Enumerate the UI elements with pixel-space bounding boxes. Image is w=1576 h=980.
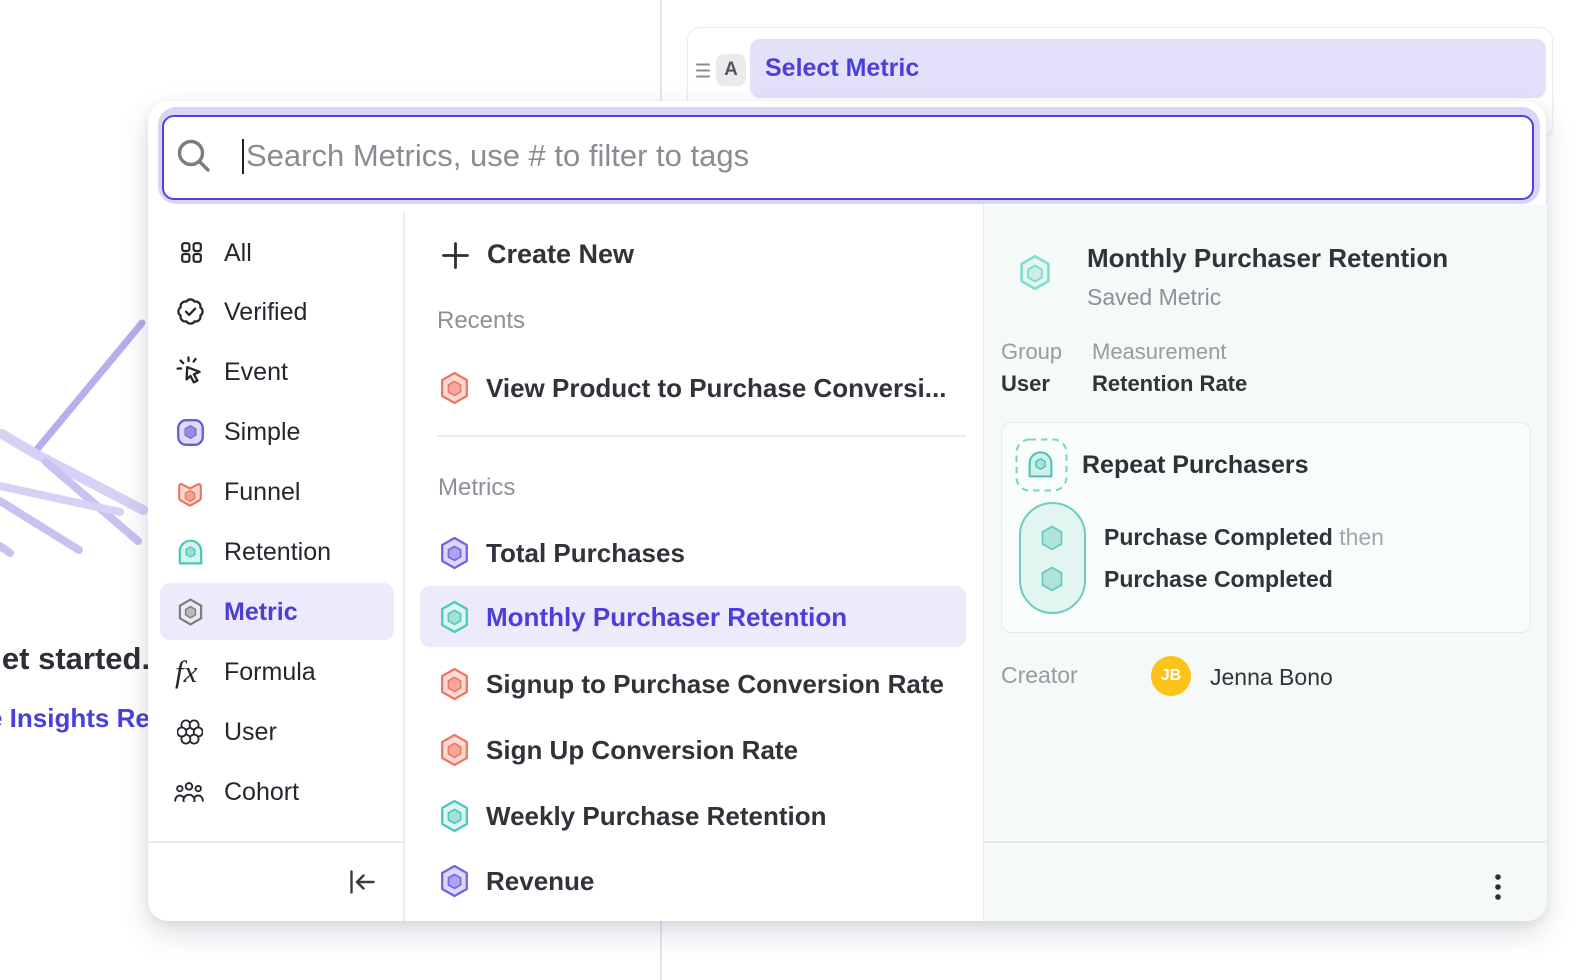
svg-text:fx: fx <box>175 657 198 689</box>
